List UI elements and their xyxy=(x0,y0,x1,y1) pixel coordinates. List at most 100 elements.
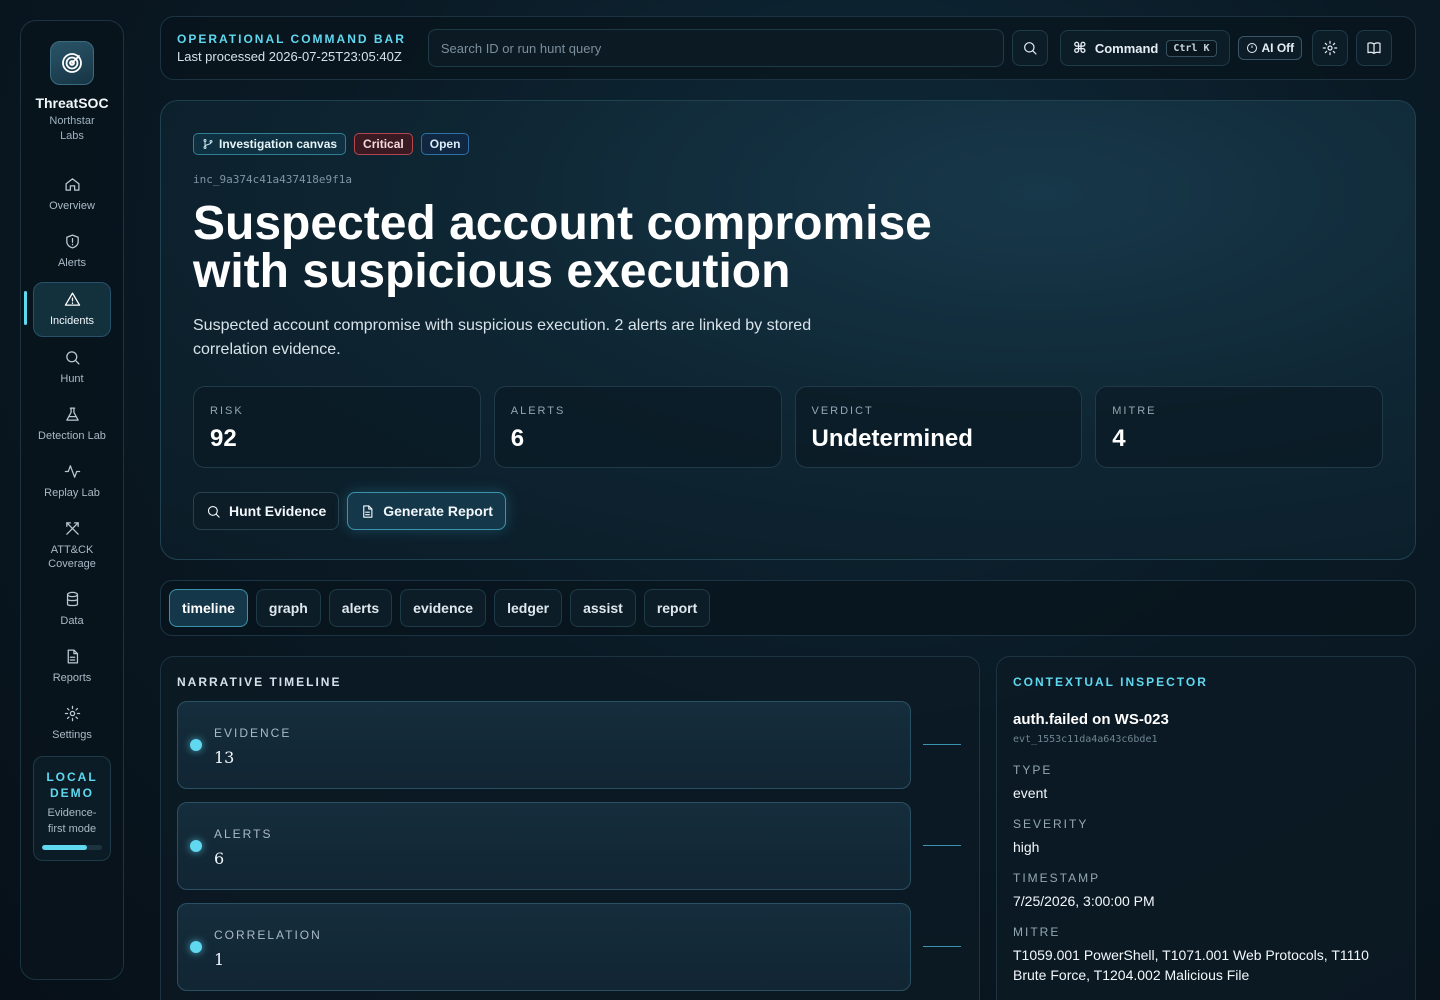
panel-title: NARRATIVE TIMELINE xyxy=(177,675,342,689)
sidebar-item-hunt[interactable]: Hunt xyxy=(33,341,111,394)
sidebar-item-reports[interactable]: Reports xyxy=(33,640,111,693)
sidebar-item-detection-lab[interactable]: Detection Lab xyxy=(33,398,111,451)
metric-label: RISK xyxy=(210,405,244,417)
tab-report[interactable]: report xyxy=(643,589,711,627)
badge-label: Investigation canvas xyxy=(219,137,338,151)
command-button[interactable]: ⌘ Command Ctrl K xyxy=(1059,30,1230,66)
ai-toggle-button[interactable]: AI Off xyxy=(1237,36,1303,60)
ai-toggle-label: AI Off xyxy=(1261,41,1295,55)
search-input[interactable] xyxy=(427,29,1004,67)
event-id: evt_1553c11da4a643c6bde1 xyxy=(1013,734,1158,745)
demo-title: LOCAL DEMO xyxy=(46,770,98,800)
metric-mitre: MITRE 4 xyxy=(1095,386,1383,468)
demo-progress-fill xyxy=(42,845,87,850)
sidebar-item-label: Overview xyxy=(49,200,95,212)
timeline-connector xyxy=(923,845,961,846)
incident-title: Suspected account compromise with suspic… xyxy=(193,197,932,298)
investigation-canvas-badge[interactable]: Investigation canvas xyxy=(193,133,347,155)
timeline-connector xyxy=(923,744,961,745)
timeline-dot xyxy=(190,941,202,953)
metric-alerts: ALERTS 6 xyxy=(493,386,782,468)
status-badge: Open xyxy=(420,133,470,155)
command-bar-title: OPERATIONAL COMMAND BAR xyxy=(177,32,406,46)
timeline-row: CORRELATION 1 xyxy=(177,903,963,991)
demo-mode-card: LOCAL DEMO Evidence-first mode xyxy=(33,756,111,861)
tab-graph[interactable]: graph xyxy=(255,589,321,627)
metric-value: 92 xyxy=(210,425,237,452)
sidebar-item-label: ATT&CK Coverage xyxy=(48,544,96,570)
narrative-timeline-panel: NARRATIVE TIMELINE EVIDENCE 13 ALERTS 6 … xyxy=(160,656,980,1000)
generate-report-button[interactable]: Generate Report xyxy=(347,492,506,530)
metric-value: Undetermined xyxy=(811,425,973,452)
sidebar-item-incidents[interactable]: Incidents xyxy=(24,282,111,337)
search-icon xyxy=(207,505,220,518)
sidebar-item-label: Reports xyxy=(52,672,92,684)
document-icon xyxy=(363,504,373,518)
sidebar-item-attack-coverage[interactable]: ATT&CK Coverage xyxy=(33,512,111,579)
sidebar-item-data[interactable]: Data xyxy=(33,583,111,636)
settings-button[interactable] xyxy=(1312,30,1349,66)
search-button[interactable] xyxy=(1011,30,1048,66)
sidebar-item-label: Detection Lab xyxy=(38,430,106,442)
tab-assist[interactable]: assist xyxy=(570,589,636,627)
field-value: T1059.001 PowerShell, T1071.001 Web Prot… xyxy=(1013,947,1369,983)
warning-triangle-icon xyxy=(64,292,80,306)
activity-icon xyxy=(64,465,80,478)
timeline-label: CORRELATION xyxy=(214,928,322,942)
incident-actions: Hunt Evidence Generate Report xyxy=(193,492,1383,530)
timeline-label: ALERTS xyxy=(214,827,273,841)
sidebar: ThreatSOC Northstar Labs Overview Alerts… xyxy=(20,20,124,980)
sidebar-nav: Overview Alerts Incidents Hunt Detection… xyxy=(21,168,123,750)
metric-label: VERDICT xyxy=(811,405,874,417)
metric-verdict: VERDICT Undetermined xyxy=(794,386,1083,468)
event-title: auth.failed on WS-023 xyxy=(1013,711,1169,728)
tab-ledger[interactable]: ledger xyxy=(494,589,563,627)
tab-evidence[interactable]: evidence xyxy=(400,589,487,627)
contextual-inspector-panel: CONTEXTUAL INSPECTOR auth.failed on WS-0… xyxy=(996,656,1416,1000)
sidebar-item-settings[interactable]: Settings xyxy=(33,697,111,750)
brand-org: Northstar Labs xyxy=(49,115,95,142)
gear-icon xyxy=(1322,40,1338,56)
timeline-dot xyxy=(190,739,202,751)
timeline-value: 6 xyxy=(214,849,225,868)
sidebar-item-alerts[interactable]: Alerts xyxy=(33,225,111,278)
tab-timeline[interactable]: timeline xyxy=(169,589,248,627)
sidebar-item-label: Hunt xyxy=(60,373,84,385)
sidebar-item-label: Alerts xyxy=(57,257,87,269)
metric-risk: RISK 92 xyxy=(193,386,481,468)
flask-icon xyxy=(65,407,79,421)
shield-alert-icon xyxy=(65,234,79,249)
field-value: 7/25/2026, 3:00:00 PM xyxy=(1013,893,1155,909)
command-bar-heading: OPERATIONAL COMMAND BAR Last processed 2… xyxy=(177,32,406,64)
radar-logo-icon[interactable] xyxy=(50,41,94,85)
demo-subtitle: Evidence-first mode xyxy=(47,807,97,835)
search-icon xyxy=(65,351,80,365)
timeline-card-evidence[interactable]: EVIDENCE 13 xyxy=(177,701,911,789)
timeline-label: EVIDENCE xyxy=(214,726,292,740)
button-label: Generate Report xyxy=(383,503,493,519)
tab-alerts[interactable]: alerts xyxy=(328,589,393,627)
severity-badge: Critical xyxy=(354,133,413,155)
docs-button[interactable] xyxy=(1356,30,1393,66)
sidebar-item-label: Incidents xyxy=(49,315,95,327)
metric-label: MITRE xyxy=(1112,405,1157,417)
button-label: Hunt Evidence xyxy=(229,503,327,519)
timeline-value: 1 xyxy=(214,950,225,969)
timeline-value: 13 xyxy=(214,748,235,767)
metric-label: ALERTS xyxy=(510,405,566,417)
field-label: SEVERITY xyxy=(1013,817,1089,831)
metric-value: 4 xyxy=(1112,425,1126,452)
demo-progress-bar xyxy=(42,845,102,850)
sidebar-item-overview[interactable]: Overview xyxy=(33,168,111,221)
incident-metrics: RISK 92 ALERTS 6 VERDICT Undetermined MI… xyxy=(193,386,1383,468)
sidebar-item-label: Settings xyxy=(52,729,92,741)
incident-badges: Investigation canvas Critical Open xyxy=(193,133,1383,155)
field-type: TYPE event xyxy=(1013,763,1399,803)
timeline-card-alerts[interactable]: ALERTS 6 xyxy=(177,802,911,890)
brand-name: ThreatSOC xyxy=(35,95,109,111)
sidebar-item-replay-lab[interactable]: Replay Lab xyxy=(33,455,111,508)
hunt-evidence-button[interactable]: Hunt Evidence xyxy=(193,492,340,530)
incident-hero: Investigation canvas Critical Open inc_9… xyxy=(160,100,1416,560)
field-label: TYPE xyxy=(1013,763,1053,777)
timeline-card-correlation[interactable]: CORRELATION 1 xyxy=(177,903,911,991)
